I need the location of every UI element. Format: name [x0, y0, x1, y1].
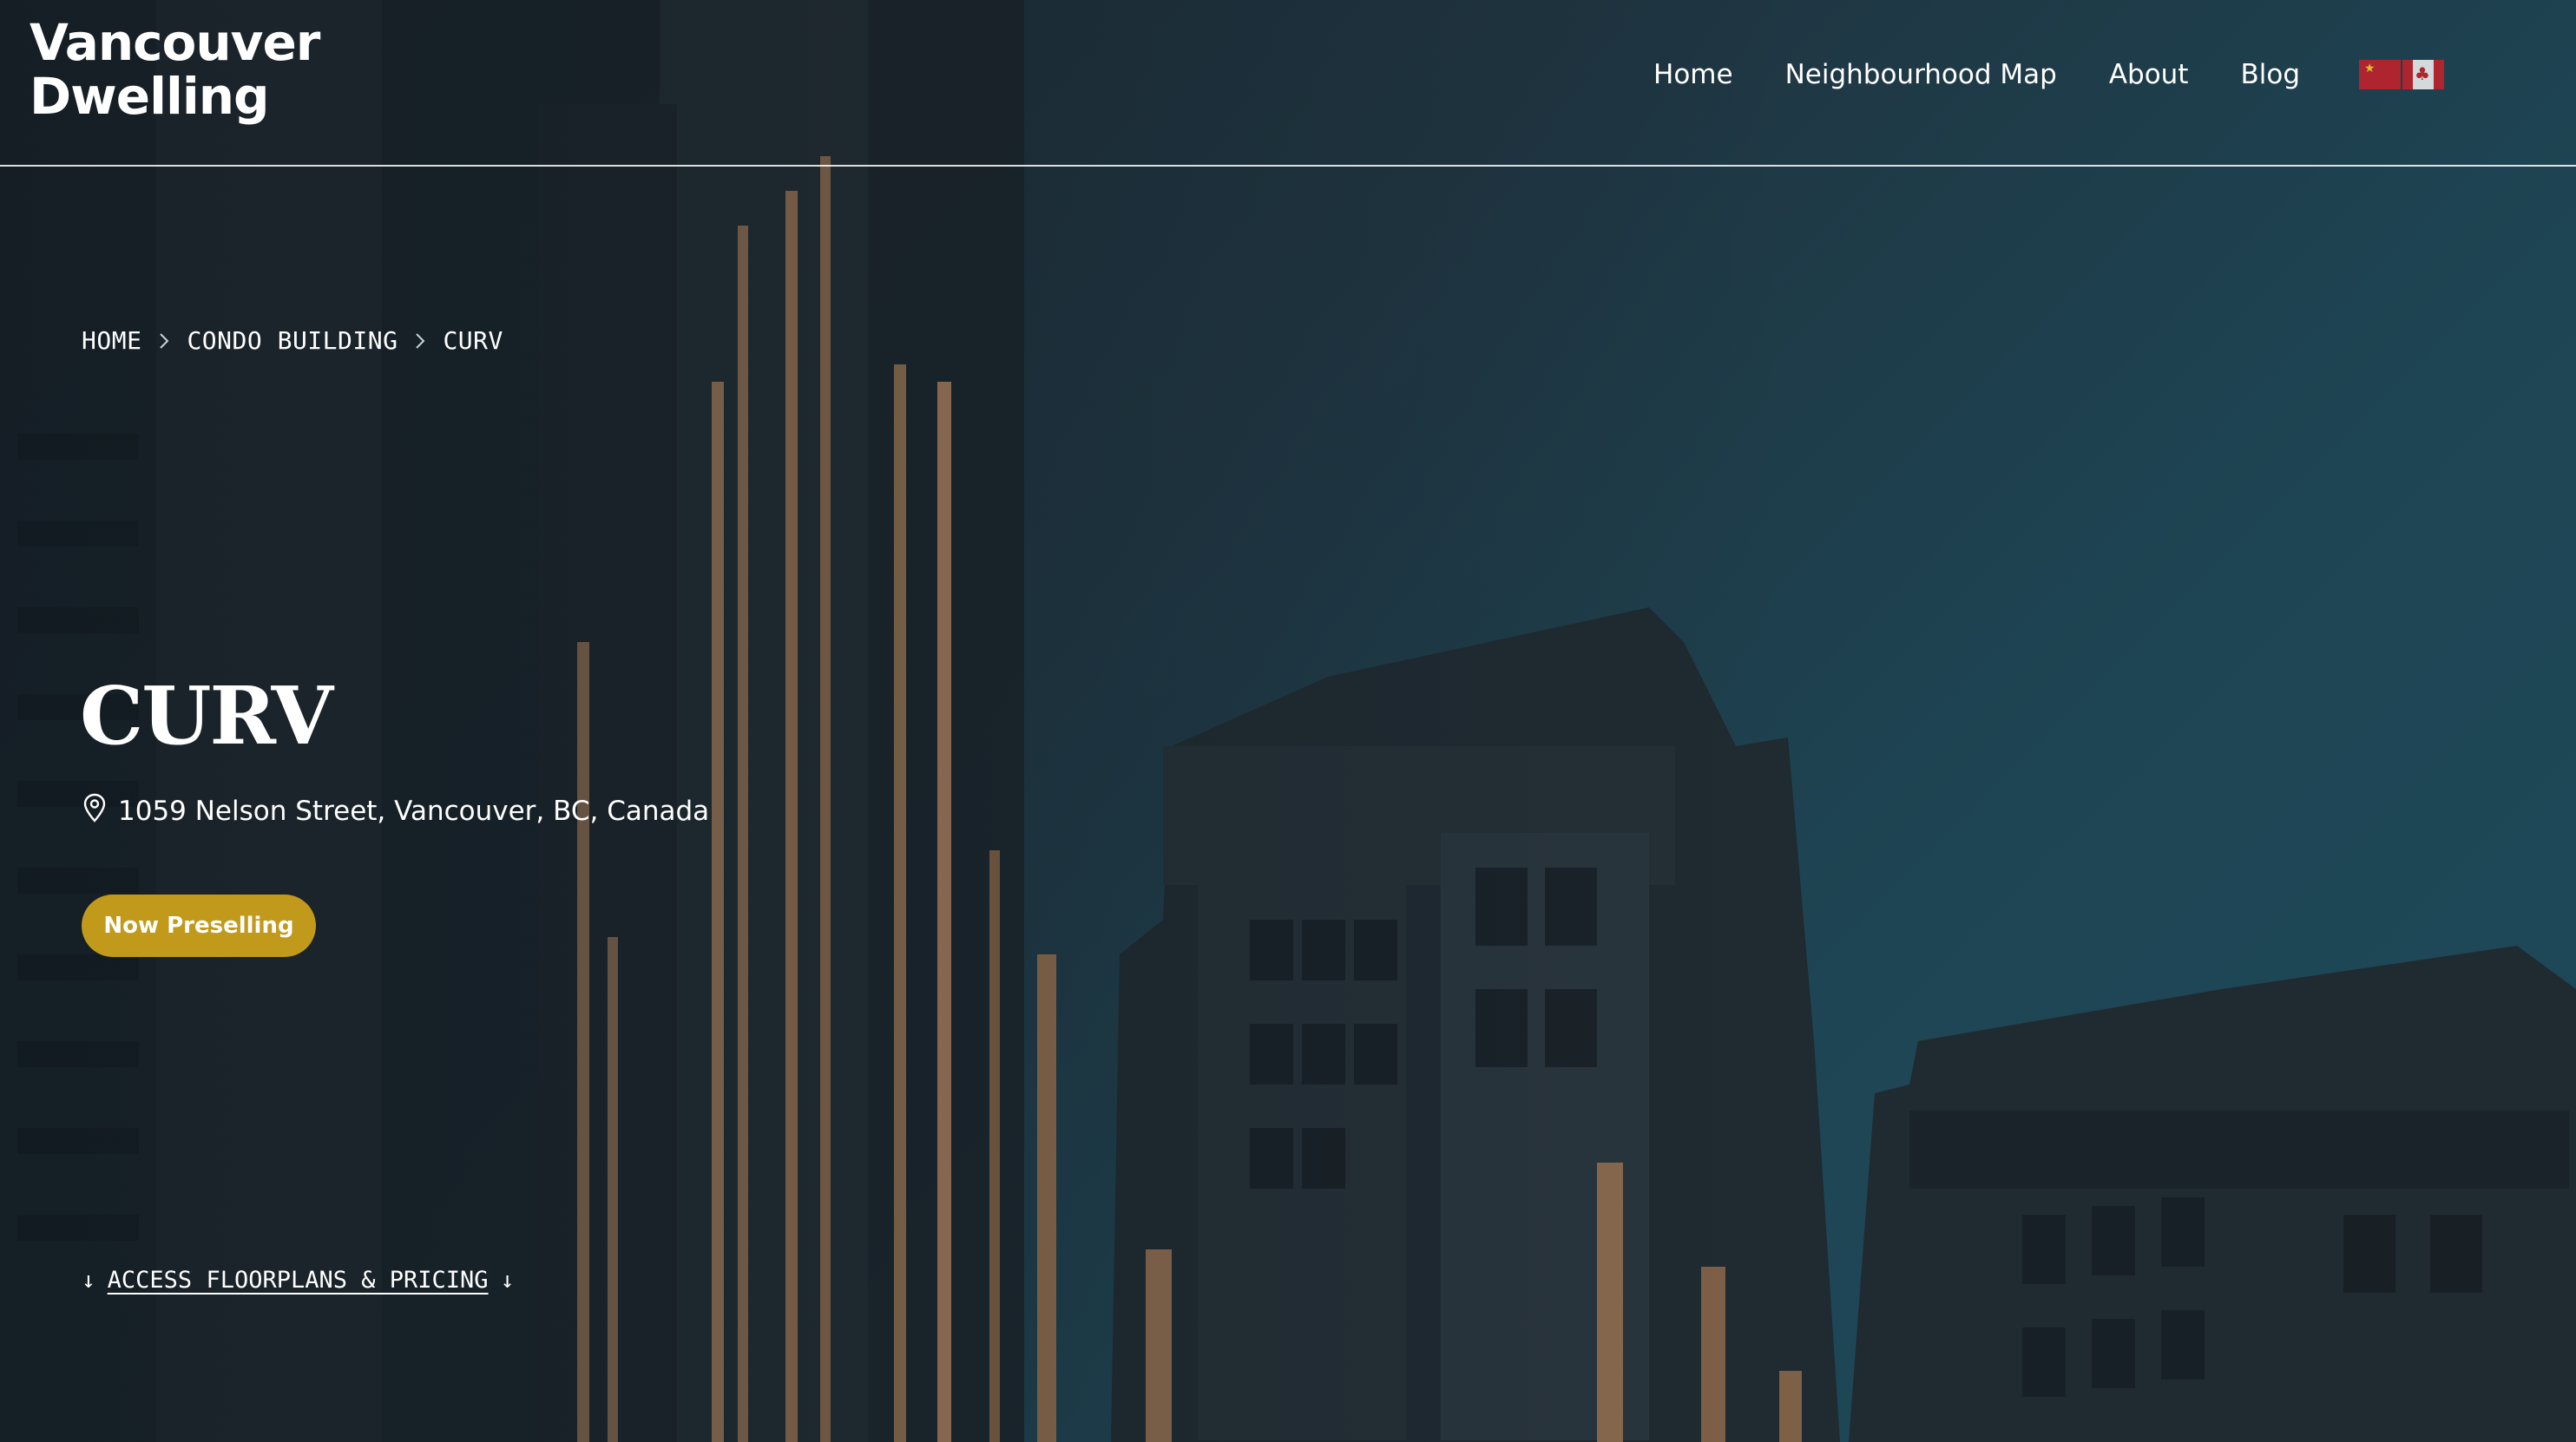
- main-nav: Home Neighbourhood Map About Blog ★ ♣: [1653, 59, 2444, 90]
- logo-line-1: Vancouver: [30, 13, 320, 72]
- logo-line-2: Dwelling: [30, 67, 270, 126]
- star-icon: ★: [2364, 62, 2376, 75]
- breadcrumb: HOME CONDO BUILDING CURV: [82, 326, 503, 355]
- breadcrumb-home[interactable]: HOME: [82, 326, 141, 355]
- china-flag-icon[interactable]: ★: [2359, 60, 2401, 89]
- arrow-down-icon: ↓: [500, 1267, 515, 1294]
- breadcrumb-current: CURV: [443, 326, 503, 355]
- now-preselling-button[interactable]: Now Preselling: [82, 895, 316, 957]
- page: Vancouver Dwelling Home Neighbourhood Ma…: [0, 0, 2576, 1442]
- nav-blog[interactable]: Blog: [2240, 59, 2300, 90]
- nav-neighbourhood-map[interactable]: Neighbourhood Map: [1785, 59, 2057, 90]
- address-text: 1059 Nelson Street, Vancouver, BC, Canad…: [118, 796, 710, 827]
- overlay-shade: [0, 0, 2576, 1442]
- maple-leaf-icon: ♣: [2415, 63, 2430, 84]
- location-pin-icon: [83, 793, 106, 829]
- nav-home[interactable]: Home: [1653, 59, 1733, 90]
- canada-flag-icon[interactable]: ♣: [2402, 60, 2444, 89]
- site-logo[interactable]: Vancouver Dwelling: [30, 13, 320, 126]
- site-header: Vancouver Dwelling Home Neighbourhood Ma…: [0, 0, 2576, 167]
- nav-about[interactable]: About: [2109, 59, 2189, 90]
- breadcrumb-condo-building[interactable]: CONDO BUILDING: [187, 326, 398, 355]
- language-switcher: ★ ♣: [2359, 60, 2444, 89]
- chevron-right-icon: [159, 332, 169, 350]
- address: 1059 Nelson Street, Vancouver, BC, Canad…: [83, 793, 709, 829]
- chevron-right-icon: [415, 332, 425, 350]
- arrow-down-icon: ↓: [82, 1267, 95, 1294]
- floorplans-link[interactable]: ↓ ACCESS FLOORPLANS & PRICING ↓: [82, 1267, 514, 1294]
- floorplans-link-text[interactable]: ACCESS FLOORPLANS & PRICING: [108, 1267, 489, 1294]
- page-title: CURV: [80, 669, 333, 763]
